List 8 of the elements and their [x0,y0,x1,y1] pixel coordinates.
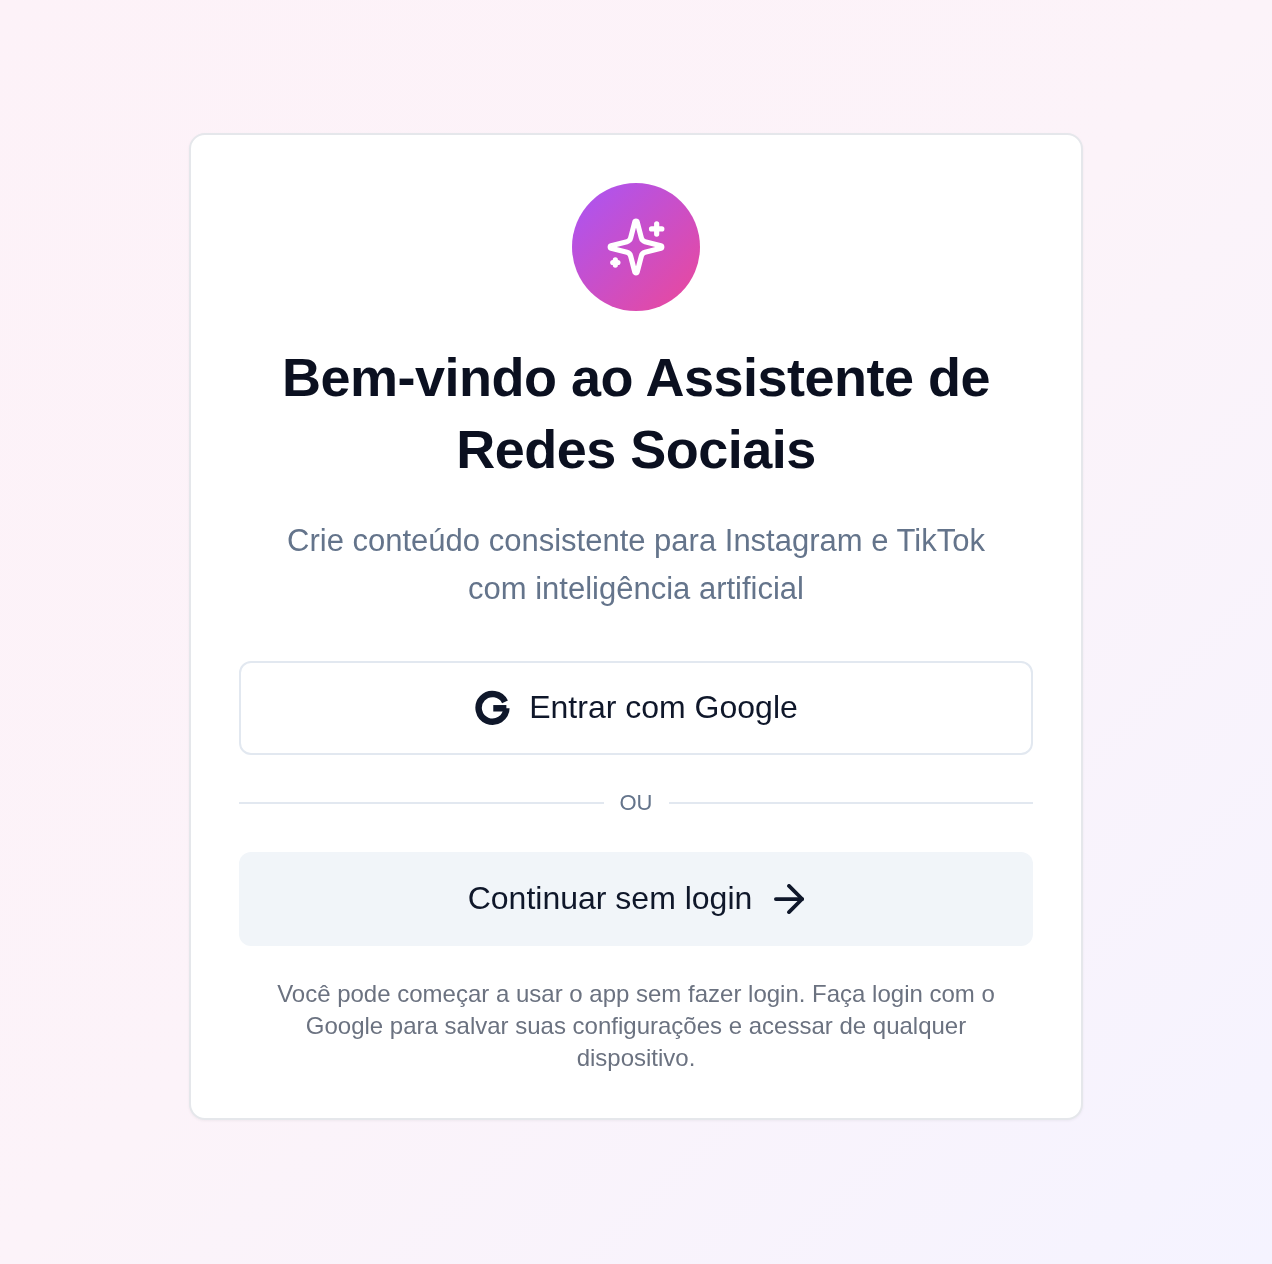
welcome-title: Bem-vindo ao Assistente de Redes Sociais [280,345,992,481]
continue-without-login-button[interactable]: Continuar sem login [239,851,1033,946]
sparkle-icon [572,182,700,311]
info-text: Você pode começar a usar o app sem fazer login. Faça login com o Google para salvar suas configurações e acessar de qualquer dispositivo. [276,978,996,1073]
google-sign-in-button[interactable]: Entrar com Google [239,660,1033,755]
divider-label: OU [619,788,653,817]
subtitle-text: Crie conteúdo consistente para Instagram e TikTok com inteligência artificial [286,521,986,608]
google-g-icon [474,689,512,726]
